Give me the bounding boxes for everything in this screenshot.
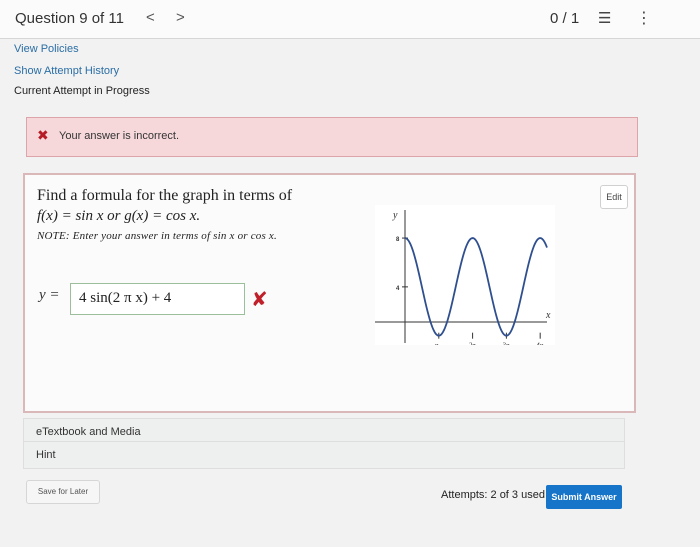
view-policies-link[interactable]: View Policies <box>14 43 79 55</box>
question-card: Edit Find a formula for the graph in ter… <box>23 173 636 413</box>
show-attempt-history-link[interactable]: Show Attempt History <box>14 65 119 77</box>
next-question-icon[interactable]: > <box>176 9 185 26</box>
attempt-status: Current Attempt in Progress <box>14 85 150 97</box>
question-counter: Question 9 of 11 <box>15 10 124 27</box>
prompt-note: NOTE: Enter your answer in terms of sin … <box>37 230 277 242</box>
graph-background <box>375 205 555 345</box>
attempts-counter: Attempts: 2 of 3 used <box>441 489 545 501</box>
answer-label: y = <box>39 287 60 303</box>
x-tick-label: 2π <box>469 342 477 345</box>
prompt-text: Find a formula for the graph in terms of <box>37 187 293 204</box>
question-list-icon[interactable]: ☰ <box>598 9 611 27</box>
y-axis-label: y <box>392 210 398 221</box>
hint-toggle[interactable]: Hint <box>23 441 625 469</box>
answer-input[interactable]: 4 sin(2 π x) + 4 <box>70 283 245 315</box>
x-axis-label: x <box>545 310 551 321</box>
footer-bar: Save for Later Attempts: 2 of 3 used Sub… <box>0 476 700 516</box>
error-x-icon: ✖ <box>37 127 49 143</box>
function-graph: y x π2π3π4π48 <box>375 205 555 345</box>
save-for-later-button[interactable]: Save for Later <box>26 480 100 504</box>
wrong-answer-icon: ✘ <box>251 289 268 311</box>
more-options-icon[interactable]: ⋮ <box>636 8 652 28</box>
question-prompt: Find a formula for the graph in terms of… <box>37 187 292 242</box>
previous-question-icon[interactable]: < <box>146 9 155 26</box>
x-tick-label: 3π <box>501 342 510 345</box>
edit-button[interactable]: Edit <box>600 185 628 209</box>
prompt-functions: f(x) = sin x or g(x) = cos x. <box>37 208 201 224</box>
feedback-message: Your answer is incorrect. <box>59 130 180 142</box>
incorrect-feedback-banner: ✖ Your answer is incorrect. <box>26 117 638 157</box>
question-header: Question 9 of 11 < > 0 / 1 ☰ ⋮ <box>0 0 700 39</box>
x-tick-label: π <box>435 342 439 345</box>
submit-answer-button[interactable]: Submit Answer <box>546 485 622 509</box>
score-display: 0 / 1 <box>550 10 580 27</box>
x-tick-label: 4π <box>536 342 544 345</box>
